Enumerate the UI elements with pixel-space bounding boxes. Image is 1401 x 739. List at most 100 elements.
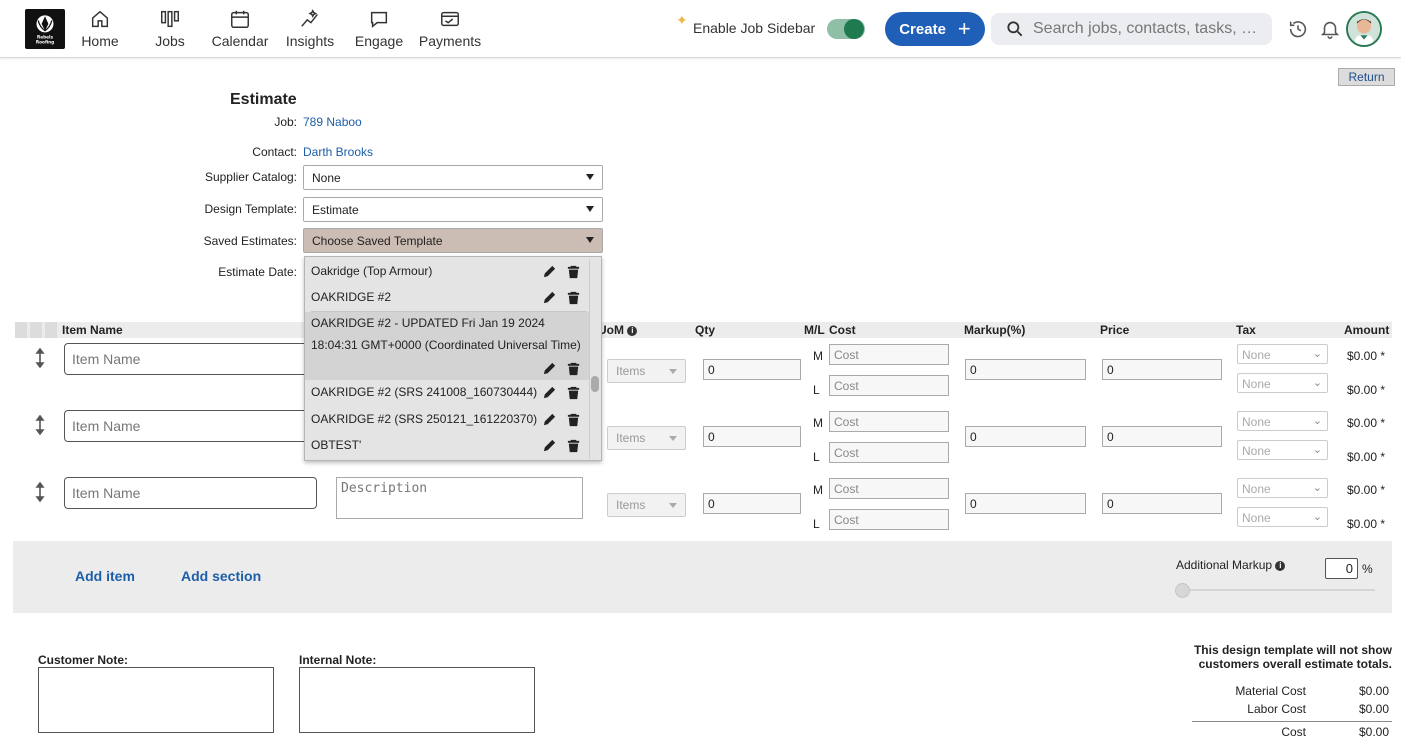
saved-estimates-select[interactable]: Choose Saved Template [303,228,603,253]
pencil-icon[interactable] [542,361,557,376]
material-amount: $0.00 * [1347,349,1386,363]
markup-input[interactable]: 0 [965,426,1086,447]
tax-value: None [1242,377,1271,391]
price-input[interactable]: 0 [1102,426,1222,447]
price-input[interactable]: 0 [1102,493,1222,514]
trash-icon[interactable] [566,385,581,400]
dropdown-scrollbar[interactable] [589,260,599,459]
trash-icon[interactable] [566,412,581,427]
chevron-down-icon: ⌄ [1312,482,1322,494]
material-tax-select[interactable]: None ⌄ [1237,411,1328,431]
pencil-icon[interactable] [542,385,557,400]
page-title: Estimate [230,91,297,108]
material-tax-select[interactable]: None ⌄ [1237,478,1328,498]
uom-value: Items [616,498,646,512]
nav-jobs[interactable]: Jobs [150,8,190,52]
drag-handle-icon[interactable] [34,481,46,503]
notifications-button[interactable] [1319,18,1341,40]
labor-cost-input[interactable]: Cost [829,509,949,530]
labor-tax-select[interactable]: None ⌄ [1237,507,1328,527]
markup-input[interactable]: 0 [965,359,1086,380]
uom-select[interactable]: Items [607,426,686,450]
labor-cost-input[interactable]: Cost [829,442,949,463]
scrollbar-thumb[interactable] [591,376,599,392]
markup-slider-track[interactable] [1183,589,1375,591]
description-textarea[interactable]: Description [336,477,583,519]
nav-engage[interactable]: Engage [354,8,404,52]
markup-slider-handle[interactable] [1175,583,1190,598]
pencil-icon[interactable] [542,438,557,453]
job-sidebar-toggle[interactable] [827,19,865,39]
item-name-input[interactable]: Item Name [64,343,317,375]
history-button[interactable] [1287,18,1309,40]
saved-template-option[interactable]: OAKRIDGE #2 [305,285,589,311]
material-tax-select[interactable]: None ⌄ [1237,344,1328,364]
drag-handle-icon[interactable] [34,414,46,436]
material-cost-input[interactable]: Cost [829,478,949,499]
jobs-icon [161,10,179,28]
trash-icon[interactable] [566,361,581,376]
design-template-select[interactable]: Estimate [303,197,603,222]
nav-home[interactable]: Home [80,8,120,52]
pencil-icon[interactable] [542,264,557,279]
item-name-input[interactable]: Item Name [64,477,317,509]
caret-down-icon [669,436,677,441]
svg-text:Roofing: Roofing [36,39,54,45]
labor-tax-select[interactable]: None ⌄ [1237,373,1328,393]
pencil-icon[interactable] [542,290,557,305]
nav-insights[interactable]: Insights [284,8,336,52]
supplier-catalog-select[interactable]: None [303,165,603,190]
additional-markup-input[interactable]: 0 [1325,558,1358,579]
saved-template-option[interactable]: OBTEST' [305,433,589,459]
add-item-link[interactable]: Add item [75,568,135,584]
uom-select[interactable]: Items [607,493,686,517]
saved-template-option[interactable]: OAKRIDGE #2 (SRS 241008_160730444) [305,380,589,406]
nav-payments[interactable]: Payments [418,8,482,52]
trash-icon[interactable] [566,438,581,453]
tax-value: None [1242,444,1271,458]
header-amount: Amount [1344,323,1390,337]
info-icon[interactable]: i [627,325,638,336]
svg-text:Rebels: Rebels [37,34,54,40]
labor-tax-select[interactable]: None ⌄ [1237,440,1328,460]
nav-calendar[interactable]: Calendar [210,8,270,52]
customer-note-textarea[interactable] [38,667,274,733]
global-search[interactable] [991,13,1272,45]
nav-calendar-label: Calendar [211,33,269,49]
markup-input[interactable]: 0 [965,493,1086,514]
labor-amount: $0.00 * [1347,517,1386,531]
price-input[interactable]: 0 [1102,359,1222,380]
qty-input[interactable]: 0 [703,426,801,447]
company-logo[interactable]: Rebels Roofing [25,9,65,49]
return-button[interactable]: Return [1338,68,1395,86]
user-avatar[interactable] [1346,11,1382,47]
info-icon[interactable]: i [1275,560,1286,571]
add-section-link[interactable]: Add section [181,568,261,584]
material-cost-input[interactable]: Cost [829,411,949,432]
contact-link[interactable]: Darth Brooks [303,145,373,159]
job-link[interactable]: 789 Naboo [303,115,362,129]
labor-cost-input[interactable]: Cost [829,375,949,396]
job-label: Job: [274,115,297,129]
search-input[interactable] [1033,20,1268,38]
material-amount: $0.00 * [1347,416,1386,430]
internal-note-textarea[interactable] [299,667,535,733]
trash-icon[interactable] [566,264,581,279]
item-name-input[interactable]: Item Name [64,410,317,442]
saved-template-option[interactable]: Oakridge (Top Armour) [305,259,589,285]
qty-input[interactable]: 0 [703,493,801,514]
qty-input[interactable]: 0 [703,359,801,380]
saved-template-option[interactable]: OAKRIDGE #2 (SRS 250121_161220370) [305,407,589,433]
toggle-knob [844,19,864,39]
material-cost-input[interactable]: Cost [829,344,949,365]
pencil-icon[interactable] [542,412,557,427]
engage-icon [370,11,388,28]
saved-template-option[interactable]: OAKRIDGE #2 - UPDATED Fri Jan 19 2024 18… [305,312,589,380]
history-icon [1289,21,1307,38]
drag-handle-icon[interactable] [34,347,46,369]
option-label: Oakridge (Top Armour) [311,264,433,278]
create-button[interactable]: Create + [885,12,985,46]
uom-select[interactable]: Items [607,359,686,383]
trash-icon[interactable] [566,290,581,305]
chevron-down-icon: ⌄ [1312,377,1322,389]
